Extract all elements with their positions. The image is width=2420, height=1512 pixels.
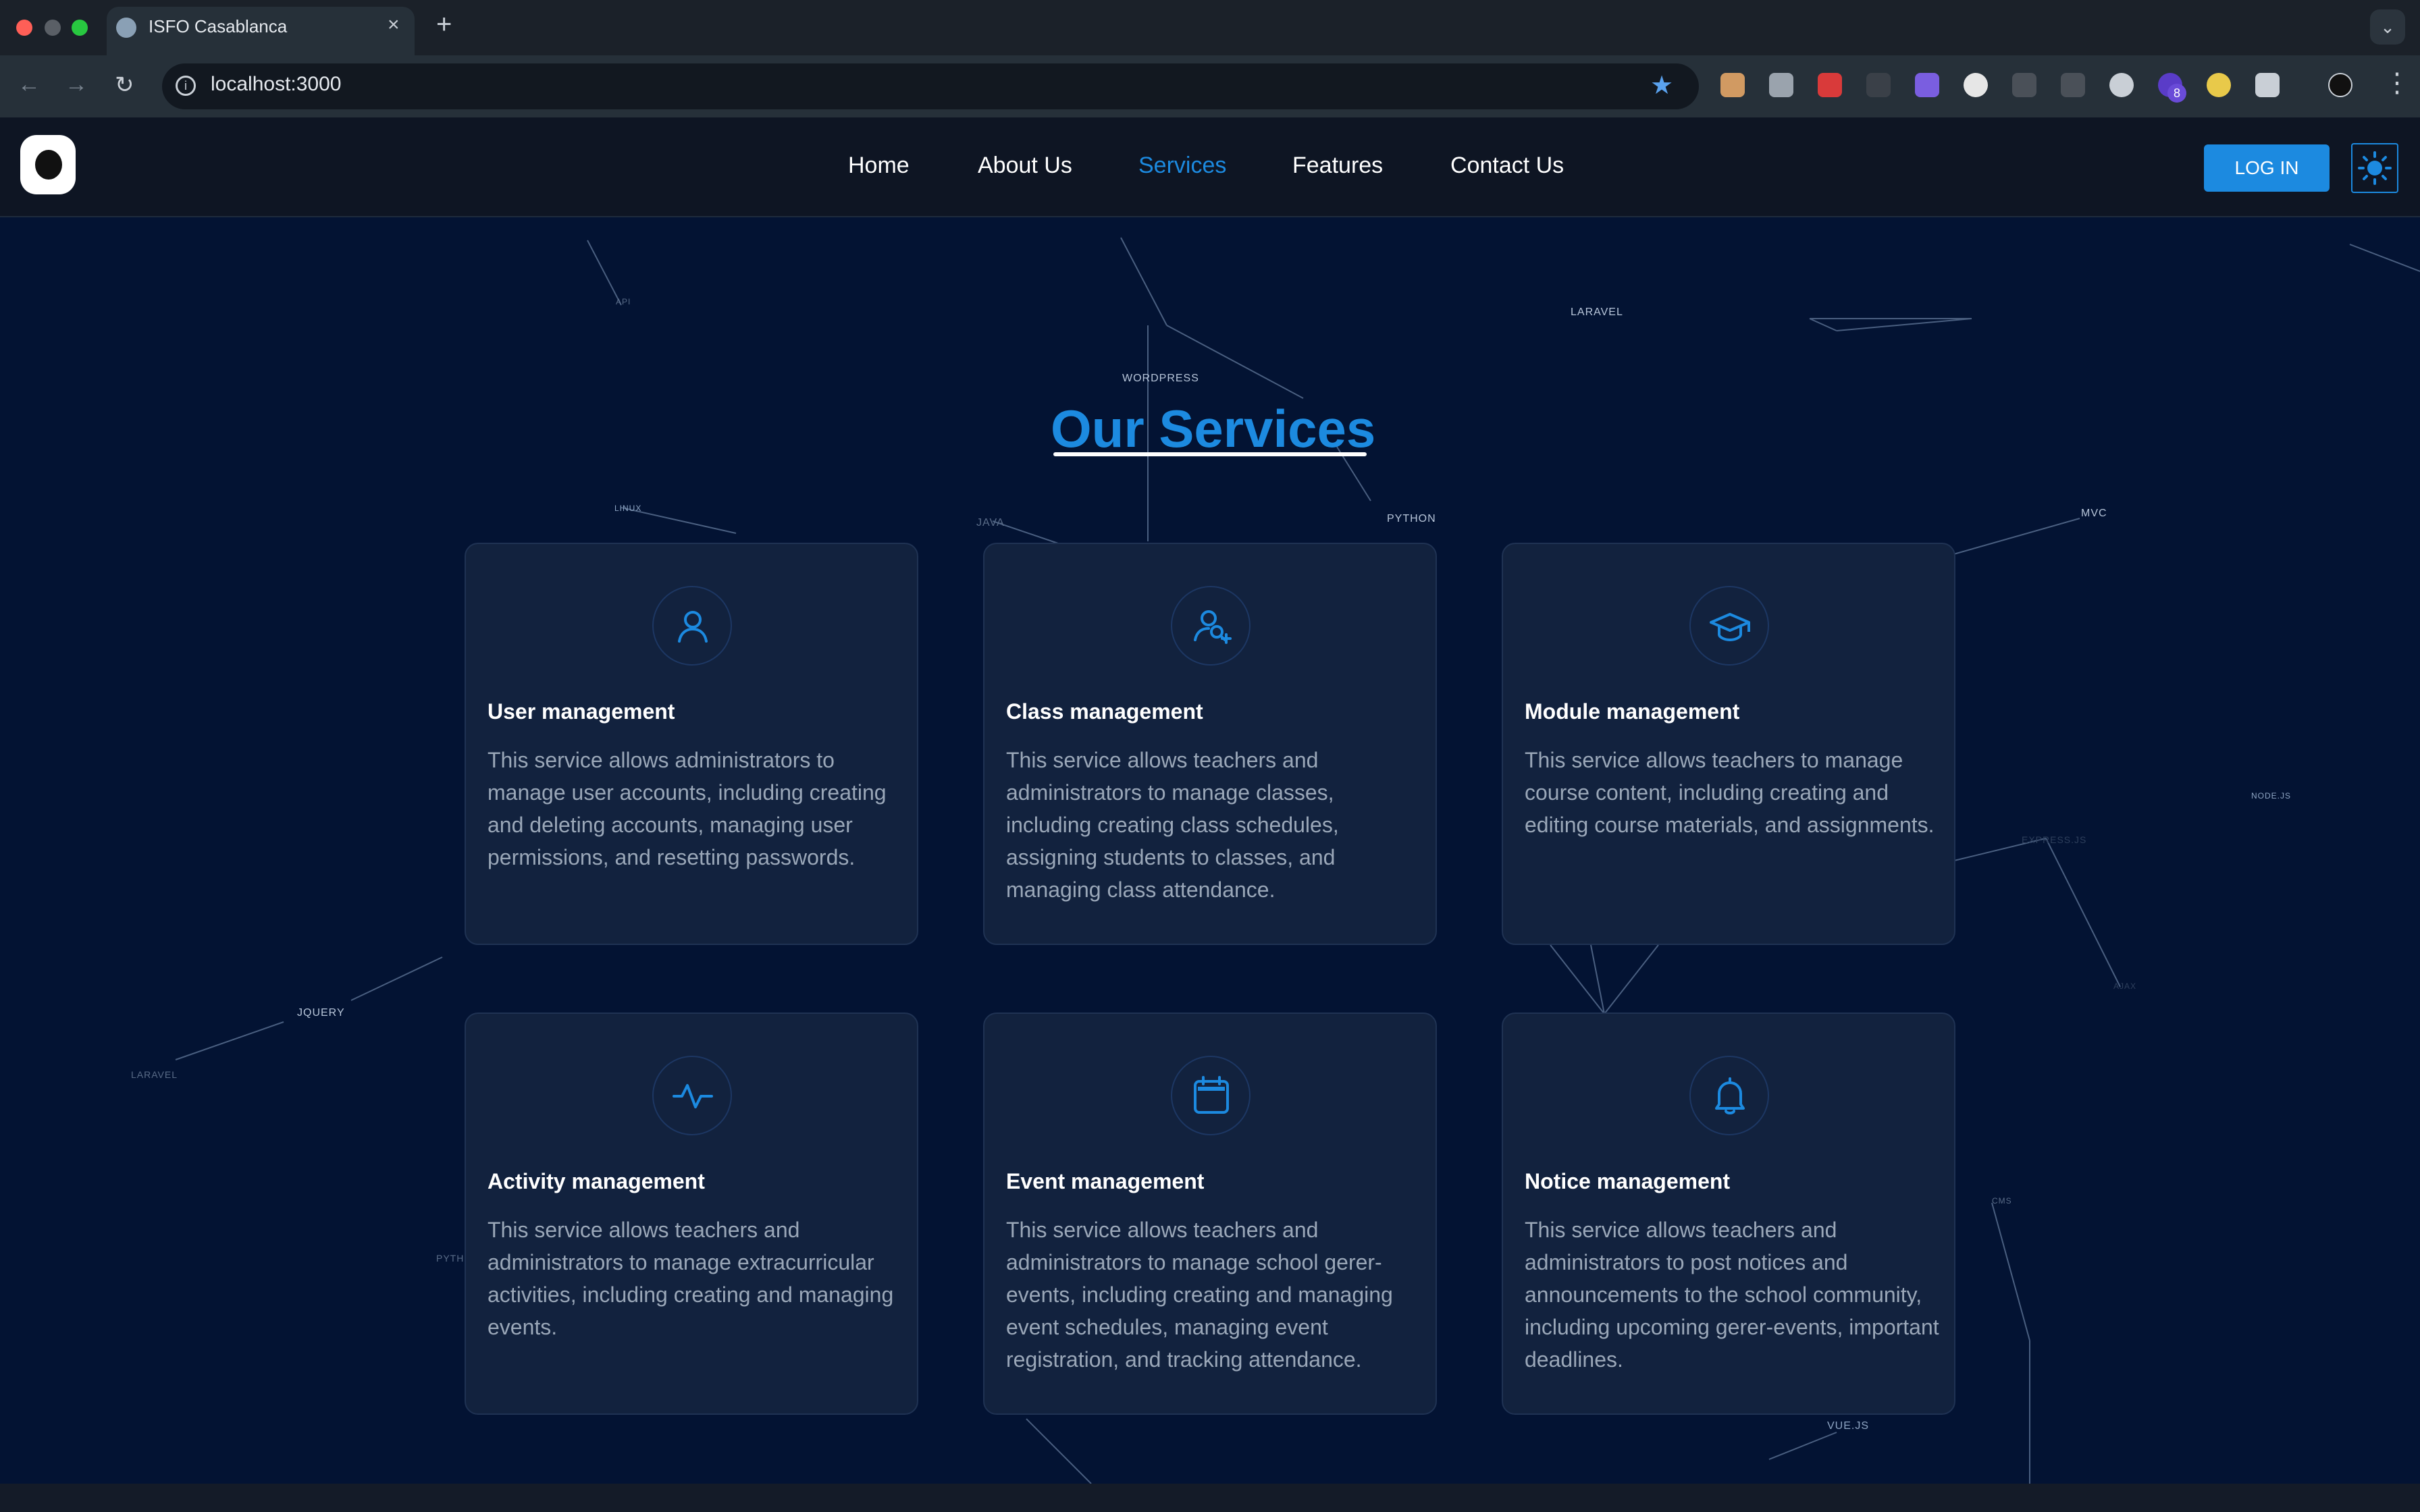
extension-icon[interactable] (2061, 73, 2085, 97)
service-card[interactable]: User management This service allows admi… (465, 543, 918, 945)
extension-badge: 8 (2167, 84, 2186, 103)
background-word: LINUX (614, 504, 642, 513)
service-description: This service allows administrators to ma… (488, 748, 887, 869)
minimize-window-button[interactable] (45, 20, 61, 36)
new-tab-icon[interactable]: + (436, 9, 452, 40)
service-card[interactable]: Class management This service allows tea… (983, 543, 1437, 945)
tab-favicon-icon (116, 18, 136, 38)
background-word: WORDPRESS (1122, 373, 1199, 384)
puzzle-icon[interactable] (2255, 73, 2280, 97)
section-title-underline (1053, 452, 1367, 456)
close-window-button[interactable] (16, 20, 32, 36)
extension-icon[interactable] (1769, 73, 1793, 97)
forward-arrow-icon[interactable]: → (65, 72, 88, 98)
logo-icon (35, 150, 62, 180)
user-icon (652, 586, 732, 666)
background-word: LARAVEL (131, 1069, 178, 1080)
service-title: Class management (1006, 699, 1203, 724)
nav-services[interactable]: Services (1138, 153, 1226, 179)
site-info-icon[interactable]: i (176, 76, 196, 96)
tab-search-chevron-icon[interactable]: ⌄ (2370, 9, 2405, 45)
reload-icon[interactable]: ↻ (115, 72, 134, 99)
extension-icon[interactable] (1720, 73, 1745, 97)
bookmark-star-icon[interactable]: ★ (1650, 70, 1673, 101)
bell-icon (1689, 1056, 1769, 1135)
back-arrow-icon[interactable]: ← (18, 72, 41, 98)
theme-toggle-button[interactable] (2351, 143, 2398, 193)
background-word: CMS (1992, 1196, 2012, 1206)
address-url[interactable]: localhost:3000 (211, 73, 341, 96)
extension-icon[interactable] (1866, 73, 1891, 97)
page-bottom-strip (0, 1484, 2420, 1512)
login-button[interactable]: LOG IN (2204, 144, 2330, 192)
maximize-window-button[interactable] (72, 20, 88, 36)
section-title: Our Services (1051, 399, 1376, 458)
service-title: Event management (1006, 1169, 1205, 1193)
background-word: AJAX (2113, 981, 2137, 991)
service-description: This service allows teachers and adminis… (1006, 1218, 1393, 1372)
service-description: This service allows teachers and adminis… (1006, 748, 1339, 902)
service-description: This service allows teachers and adminis… (1525, 1218, 1939, 1372)
nav-features[interactable]: Features (1292, 153, 1383, 179)
profile-avatar[interactable] (2328, 73, 2352, 97)
service-card[interactable]: Notice management This service allows te… (1502, 1013, 1955, 1415)
background-word: MVC (2081, 508, 2107, 519)
more-menu-icon[interactable]: ⋮ (2384, 68, 2411, 99)
background-word: LARAVEL (1571, 306, 1623, 318)
graduation-cap-icon (1689, 586, 1769, 666)
extension-icon[interactable] (2207, 73, 2231, 97)
user-add-icon (1171, 586, 1251, 666)
tab-title: ISFO Casablanca (149, 16, 288, 36)
background-word: JAVA (976, 517, 1005, 529)
calendar-icon (1171, 1056, 1251, 1135)
nav-contact-us[interactable]: Contact Us (1450, 153, 1564, 179)
service-description: This service allows teachers to manage c… (1525, 748, 1935, 837)
background-word: JQUERY (297, 1007, 345, 1019)
background-word: EXPRESS.JS (2022, 834, 2087, 845)
nav-about-us[interactable]: About Us (978, 153, 1072, 179)
extension-icon[interactable] (1964, 73, 1988, 97)
extension-icon[interactable] (2109, 73, 2134, 97)
service-title: User management (488, 699, 675, 724)
service-title: Notice management (1525, 1169, 1731, 1193)
sun-icon (2358, 151, 2392, 185)
service-card[interactable]: Module management This service allows te… (1502, 543, 1955, 945)
service-title: Module management (1525, 699, 1740, 724)
service-description: This service allows teachers and adminis… (488, 1218, 894, 1339)
extension-icon[interactable] (1915, 73, 1939, 97)
nav-home[interactable]: Home (848, 153, 910, 179)
service-card[interactable]: Event management This service allows tea… (983, 1013, 1437, 1415)
background-word: PYTHON (1387, 513, 1436, 524)
background-word: NODE.JS (2251, 791, 2292, 801)
activity-icon (652, 1056, 732, 1135)
service-title: Activity management (488, 1169, 705, 1193)
background-word: API (616, 297, 631, 306)
tab-close-icon[interactable]: × (388, 14, 400, 36)
address-bar[interactable] (162, 63, 1699, 109)
background-word: VUE.JS (1827, 1420, 1870, 1432)
extension-icon[interactable] (1818, 73, 1842, 97)
service-card[interactable]: Activity management This service allows … (465, 1013, 918, 1415)
extension-icon[interactable] (2012, 73, 2036, 97)
